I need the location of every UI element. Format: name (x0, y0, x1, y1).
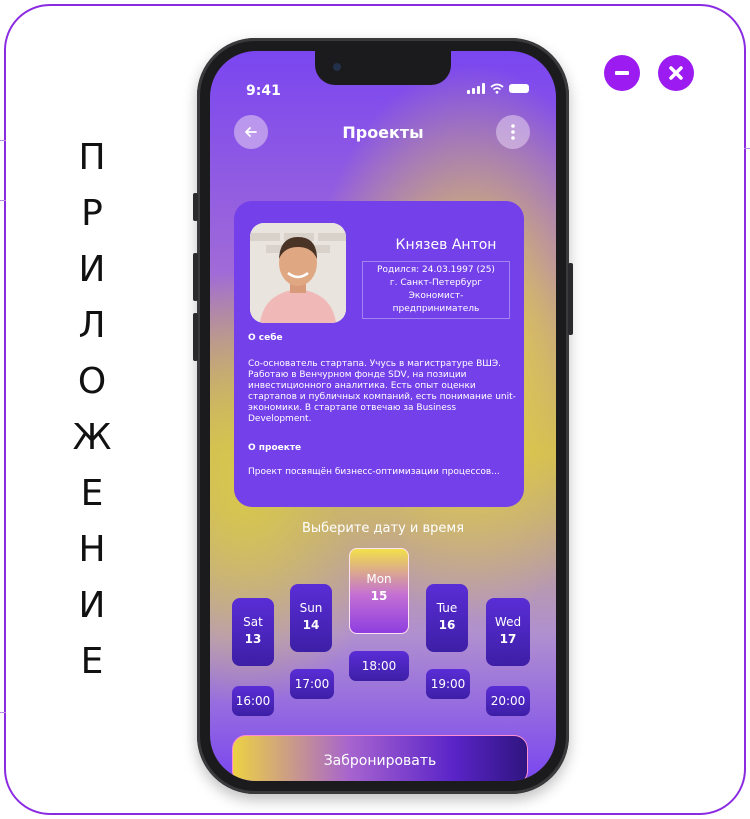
book-button[interactable]: Забронировать (232, 735, 528, 781)
day-mon-selected[interactable]: Mon 15 (349, 548, 409, 634)
battery-icon (509, 84, 529, 93)
profile-photo (250, 223, 346, 323)
vertical-title: П Р И Л О Ж Е Н И Е (62, 130, 122, 690)
wifi-icon (490, 83, 504, 94)
title-letter: И (78, 585, 106, 626)
info-line: Родился: 24.03.1997 (25) (377, 265, 495, 275)
about-heading: О себе (248, 333, 283, 343)
day-wed[interactable]: Wed 17 (486, 598, 530, 666)
time-slot-1900[interactable]: 19:00 (426, 669, 470, 699)
day-number: 14 (302, 618, 320, 632)
x-circle-icon (669, 66, 683, 80)
info-line: г. Санкт-Петербург (389, 278, 483, 288)
title-letter: О (77, 361, 107, 402)
day-number: 15 (370, 589, 388, 603)
status-time: 9:41 (246, 83, 281, 99)
app-screen: 9:41 Проекты Князев Антон Родился: 24.03… (210, 51, 556, 781)
phone-mockup: 9:41 Проекты Князев Антон Родился: 24.03… (193, 38, 573, 794)
frame-edge-line (0, 200, 6, 201)
day-name: Sun (299, 601, 323, 615)
day-name: Sat (243, 615, 263, 629)
title-letter: Н (78, 529, 106, 570)
phone-power-button (568, 263, 573, 335)
profile-card: Князев Антон Родился: 24.03.1997 (25) г.… (234, 201, 524, 507)
day-sun[interactable]: Sun 14 (290, 584, 332, 652)
title-letter: Е (80, 473, 104, 514)
project-heading: О проекте (248, 443, 302, 453)
info-line: Экономист- (408, 291, 464, 301)
status-icons (467, 83, 529, 94)
camera-icon (333, 63, 341, 71)
avatar (250, 223, 346, 323)
info-line: предприниматель (392, 304, 480, 314)
close-button[interactable] (658, 55, 694, 91)
menu-button[interactable] (496, 115, 530, 149)
frame-edge-line (0, 140, 6, 141)
title-letter: Л (78, 305, 106, 346)
day-number: 16 (438, 618, 456, 632)
frame-edge-line (744, 148, 750, 149)
title-letter: Ж (72, 417, 112, 458)
minus-circle-icon (615, 71, 629, 75)
date-time-prompt: Выберите дату и время (301, 521, 465, 536)
phone-side-button (193, 193, 198, 221)
day-name: Wed (494, 615, 522, 629)
frame-edge-line (0, 712, 6, 713)
person-name: Князев Антон (395, 237, 497, 253)
time-slot-2000[interactable]: 20:00 (486, 686, 530, 716)
day-name: Tue (436, 601, 458, 615)
title-letter: И (78, 249, 106, 290)
day-number: 17 (499, 632, 517, 646)
project-text: Проект посвящён бизнесс-оптимизации проц… (248, 467, 500, 477)
phone-volume-up (193, 253, 198, 301)
day-sat[interactable]: Sat 13 (232, 598, 274, 666)
kebab-menu-icon (511, 124, 515, 140)
person-info: Родился: 24.03.1997 (25) г. Санкт-Петерб… (362, 261, 510, 319)
day-tue[interactable]: Tue 16 (426, 584, 468, 652)
time-slot-1600[interactable]: 16:00 (232, 686, 274, 716)
about-text: Со-основатель стартапа. Учусь в магистра… (248, 359, 516, 424)
day-name: Mon (366, 572, 392, 586)
phone-notch (315, 51, 451, 85)
phone-volume-down (193, 313, 198, 361)
signal-icon (467, 83, 485, 94)
time-slot-1800[interactable]: 18:00 (349, 651, 409, 681)
title-letter: Р (81, 193, 103, 234)
day-number: 13 (244, 632, 262, 646)
minimize-button[interactable] (604, 55, 640, 91)
time-slot-1700[interactable]: 17:00 (290, 669, 334, 699)
title-letter: П (78, 137, 106, 178)
title-letter: Е (80, 641, 104, 682)
